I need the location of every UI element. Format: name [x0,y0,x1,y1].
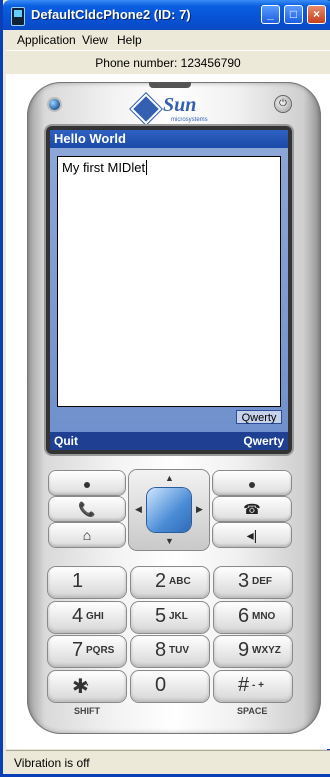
menu-bar: Application View Help [6,30,330,50]
key-9[interactable]: 9 WXYZ [214,636,292,667]
window-title: DefaultCldcPhone2 (ID: 7) [31,7,191,22]
arrow-down-icon[interactable]: ▼ [165,536,174,546]
key-number: # [238,674,250,696]
key-4[interactable]: 4 GHI [48,602,126,633]
menu-help[interactable]: Help [117,33,142,47]
call-button[interactable]: 📞 [49,497,125,521]
phone-body: ⏻ Sun microsystems Hello World My first … [27,82,321,734]
phone-number-label: Phone number: 123456790 [6,50,330,75]
key-5[interactable]: 5 JKL [131,602,209,633]
key-1[interactable]: 1 [48,567,126,598]
key-star[interactable]: ✱ · [48,671,126,702]
maximize-button[interactable]: □ [284,5,303,24]
key-number: 5 [155,605,167,627]
key-2[interactable]: 2 ABC [131,567,209,598]
minimize-button[interactable]: _ [261,5,280,24]
key-letters: GHI [86,611,104,622]
key-letters: - + [252,680,264,691]
sun-logo-icon [130,93,162,125]
select-button[interactable] [147,488,191,532]
close-button[interactable]: × [307,5,326,24]
soft-key-qwerty[interactable]: Qwerty [243,432,284,450]
menu-application[interactable]: Application [17,33,76,47]
key-number: 3 [238,570,250,592]
key-letters: DEF [252,576,272,587]
backspace-icon: ◂| [246,527,258,543]
arrow-up-icon[interactable]: ▲ [165,473,174,483]
status-bar: Vibration is off [6,750,330,774]
home-icon: ⌂ [82,527,92,543]
soft-key-bar: Quit Qwerty [50,432,288,450]
key-number: 7 [72,639,84,661]
key-letters: WXYZ [252,645,281,656]
title-bar[interactable]: DefaultCldcPhone2 (ID: 7) _ □ × [3,0,330,30]
camera-icon [49,99,60,110]
phone-app-icon [11,7,25,26]
key-hash[interactable]: # - + [214,671,292,702]
text-box[interactable]: My first MIDlet [57,156,281,407]
clear-button[interactable]: ◂| [213,523,291,547]
shift-label: SHIFT [74,706,100,716]
key-letters: JKL [169,611,188,622]
dot-icon [84,482,90,488]
key-number: 1 [72,570,84,592]
soft-key-quit[interactable]: Quit [54,432,78,450]
key-number: 0 [155,674,167,696]
text-box-value: My first MIDlet [62,160,146,175]
key-letters: PQRS [86,645,115,656]
sun-logo: Sun microsystems [130,93,215,125]
space-label: SPACE [237,706,268,716]
menu-view[interactable]: View [82,33,108,47]
key-number: 8 [155,639,167,661]
key-0[interactable]: 0 [131,671,209,702]
phone-call-icon: 📞 [78,501,96,517]
logo-brand: Sun [163,94,197,116]
emulator-window: DefaultCldcPhone2 (ID: 7) _ □ × Applicat… [0,0,330,777]
input-mode-indicator: Qwerty [236,410,282,424]
screen-frame: Hello World My first MIDlet Qwerty Quit … [46,126,292,454]
key-letters: ABC [169,576,191,587]
logo-sub: microsystems [171,117,208,123]
key-number: 2 [155,570,167,592]
key-number: 4 [72,605,84,627]
key-number: 6 [238,605,250,627]
key-letters: MNO [252,611,276,622]
key-letters: · [86,680,90,691]
right-soft-key[interactable] [213,471,291,495]
midlet-title: Hello World [50,130,288,148]
navigation-pad[interactable]: ▲ ▼ ◀ ▶ [129,470,209,550]
hang-up-icon: ☎ [243,501,261,517]
key-6[interactable]: 6 MNO [214,602,292,633]
end-call-button[interactable]: ☎ [213,497,291,521]
earpiece [149,82,191,88]
home-button[interactable]: ⌂ [49,523,125,547]
dot-icon [249,482,255,488]
arrow-right-icon[interactable]: ▶ [196,504,203,515]
key-3[interactable]: 3 DEF [214,567,292,598]
phone-screen: Hello World My first MIDlet Qwerty Quit … [50,130,288,450]
key-7[interactable]: 7 PQRS [48,636,126,667]
key-number: 9 [238,639,250,661]
key-letters: TUV [169,645,189,656]
key-8[interactable]: 8 TUV [131,636,209,667]
arrow-left-icon[interactable]: ◀ [135,504,142,515]
power-button[interactable]: ⏻ [275,96,291,112]
left-soft-key[interactable] [49,471,125,495]
